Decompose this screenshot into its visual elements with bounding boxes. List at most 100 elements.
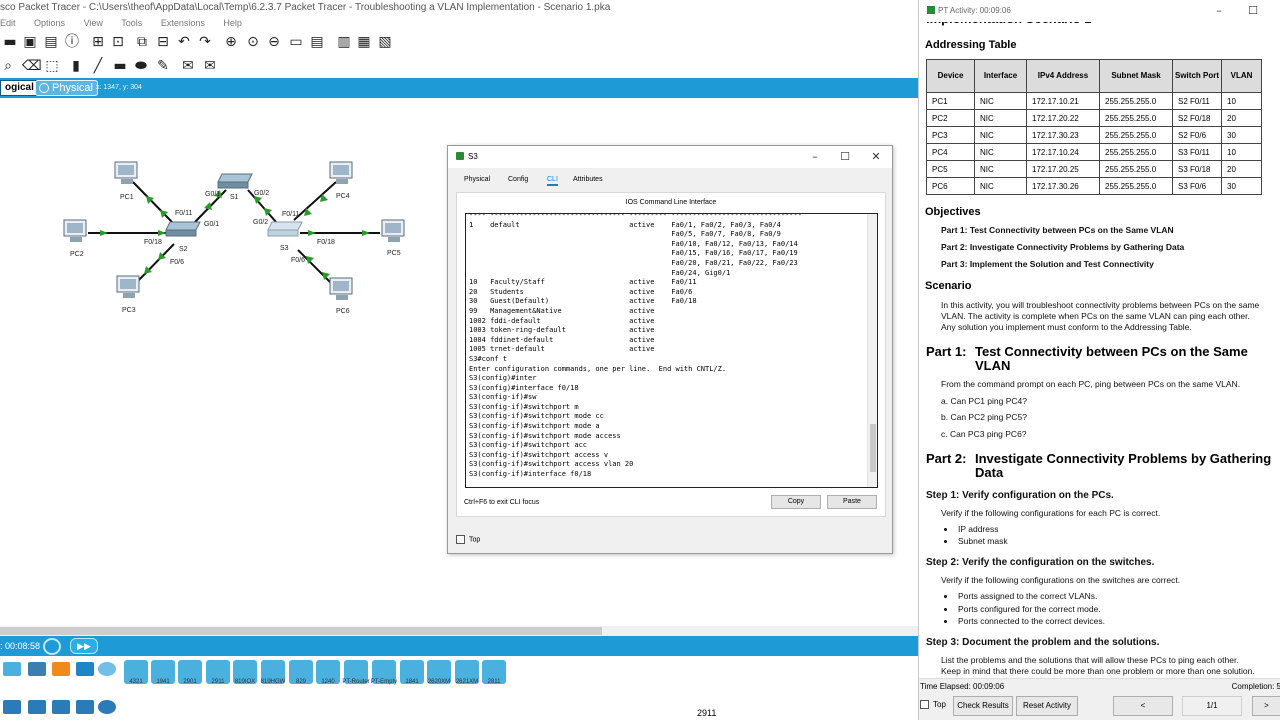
device-model-pt-empty[interactable]: PT-Empty: [371, 660, 397, 685]
device-model-2911[interactable]: 2911: [206, 660, 230, 685]
hubs-icon[interactable]: [52, 700, 70, 714]
device-model-1841[interactable]: 1841: [400, 660, 424, 685]
previous-page-button[interactable]: <: [1113, 696, 1173, 716]
info-icon[interactable]: ⓘ: [64, 34, 80, 50]
print-icon[interactable]: ▤: [43, 34, 59, 50]
device-model-1240[interactable]: 1240: [316, 660, 340, 685]
complex-pdu-icon[interactable]: ✉: [202, 58, 218, 74]
network-devices-icon[interactable]: [3, 662, 21, 676]
copy-button[interactable]: Copy: [771, 495, 821, 509]
table-row: PC6 NIC 172.17.30.26 255.255.255.0 S3 F0/6 30: [926, 177, 1262, 195]
zoom-reset-icon[interactable]: ⊙: [245, 34, 261, 50]
device-model-2621xm[interactable]: 2621XM: [455, 660, 479, 685]
check-results-button[interactable]: Check Results: [953, 696, 1013, 716]
tab-logical[interactable]: ogical: [0, 80, 39, 96]
device-model-819hgw[interactable]: 819HGW: [261, 660, 285, 685]
tab-physical[interactable]: Physical: [35, 80, 98, 96]
routers-icon[interactable]: [3, 700, 21, 714]
close-icon[interactable]: ✕: [867, 149, 885, 165]
drawing-palette-icon[interactable]: ▭: [288, 34, 304, 50]
note-icon[interactable]: ▮: [68, 58, 84, 74]
maximize-icon[interactable]: ☐: [836, 149, 854, 165]
ellipse-icon[interactable]: ⬬: [133, 58, 149, 74]
checkbox-icon[interactable]: [456, 535, 465, 544]
line-icon[interactable]: ╱: [90, 58, 106, 74]
open-folder-icon[interactable]: ▬: [2, 34, 18, 50]
cli-terminal[interactable]: ---- -------------------------------- --…: [465, 213, 878, 488]
tab-cli[interactable]: CLI: [547, 176, 558, 186]
minimize-icon[interactable]: –: [806, 149, 824, 165]
device-model-4321[interactable]: 4321: [124, 660, 148, 685]
device-model-pt-router[interactable]: PT-Router: [342, 660, 370, 685]
simple-pdu-icon[interactable]: ✉: [180, 58, 196, 74]
wireless-icon[interactable]: [76, 700, 94, 714]
s3-label: S3: [280, 245, 289, 252]
tab-config[interactable]: Config: [508, 176, 528, 183]
zoom-in-icon[interactable]: ⊕: [223, 34, 239, 50]
device-model-2811[interactable]: 2811: [482, 660, 506, 685]
paste-button[interactable]: Paste: [827, 495, 877, 509]
maximize-icon[interactable]: ☐: [1244, 3, 1262, 19]
activity-instructions[interactable]: Implementation Scenario 1 Addressing Tab…: [919, 12, 1280, 678]
rectangle-icon[interactable]: ▬: [112, 58, 128, 74]
s1-switch-icon: [217, 173, 253, 189]
cli-scrollbar[interactable]: [867, 214, 877, 487]
inspect-icon[interactable]: ⌕: [0, 58, 16, 74]
s3-title-bar[interactable]: S3 – ☐ ✕: [448, 146, 892, 168]
misc-icon[interactable]: [76, 662, 94, 676]
cli-scrollbar-thumb[interactable]: [870, 424, 876, 472]
minimize-icon[interactable]: –: [1210, 3, 1228, 19]
custom-devices-dialog-icon[interactable]: ▤: [309, 34, 325, 50]
menu-view[interactable]: View: [84, 18, 103, 28]
activity-wizard-icon[interactable]: ▦: [356, 34, 372, 50]
menu-tools[interactable]: Tools: [121, 18, 142, 28]
next-page-button[interactable]: >: [1252, 696, 1280, 716]
multiuser-icon[interactable]: [98, 662, 116, 676]
undo-icon[interactable]: ↶: [176, 34, 192, 50]
pdu-icon[interactable]: ▥: [336, 34, 352, 50]
device-model-829[interactable]: 829: [289, 660, 313, 685]
tab-physical[interactable]: Physical: [464, 176, 490, 183]
copy-icon[interactable]: ⧉: [134, 34, 150, 50]
tab-attributes[interactable]: Attributes: [573, 176, 603, 183]
zoom-out-icon[interactable]: ⊖: [266, 34, 282, 50]
selected-device-label: 2911: [697, 708, 717, 718]
top-checkbox[interactable]: Top: [456, 535, 480, 544]
activity-title-bar[interactable]: PT Activity: 00:09:06 – ☐: [919, 0, 1280, 22]
custom-device-icon[interactable]: ⊞: [90, 34, 106, 50]
cli-output[interactable]: ---- -------------------------------- --…: [469, 214, 802, 480]
pc6-icon: [329, 277, 353, 300]
device-model-2901[interactable]: 2901: [178, 660, 202, 685]
security-icon[interactable]: [98, 700, 116, 714]
end-devices-icon[interactable]: [28, 662, 46, 676]
device-model-819iox[interactable]: 819IOX: [233, 660, 257, 685]
pc4-label: PC4: [336, 193, 350, 200]
reset-activity-button[interactable]: Reset Activity: [1016, 696, 1078, 716]
connections-icon[interactable]: [52, 662, 70, 676]
packet-tracer-icon: [927, 6, 935, 14]
switches-icon[interactable]: [28, 700, 46, 714]
menu-options[interactable]: Options: [34, 18, 65, 28]
checkbox-icon[interactable]: [920, 700, 929, 710]
ipc-icon[interactable]: ▧: [377, 34, 393, 50]
port-label: F0/18: [144, 239, 162, 246]
resize-icon[interactable]: ⬚: [44, 58, 60, 74]
save-icon[interactable]: ▣: [22, 34, 38, 50]
power-cycle-icon[interactable]: [43, 638, 61, 655]
pc1-label: PC1: [120, 194, 134, 201]
menu-edit[interactable]: Edit: [0, 18, 16, 28]
activity-top-checkbox[interactable]: Top: [920, 700, 946, 710]
redo-icon[interactable]: ↷: [197, 34, 213, 50]
device-model-1941[interactable]: 1941: [151, 660, 175, 685]
port-label: G0/2: [253, 219, 268, 226]
paste-icon[interactable]: ⊟: [155, 34, 171, 50]
delete-icon[interactable]: ⌫: [22, 58, 42, 74]
device-model-2620xm[interactable]: 2620XM: [427, 660, 451, 685]
play-icon[interactable]: ▶▶: [70, 638, 98, 654]
network-info-icon[interactable]: ⊡: [110, 34, 126, 50]
scrollbar-thumb[interactable]: [0, 627, 602, 635]
freeform-icon[interactable]: ✎: [155, 58, 171, 74]
menu-extensions[interactable]: Extensions: [161, 18, 205, 28]
menu-help[interactable]: Help: [223, 18, 242, 28]
workspace-scrollbar[interactable]: [0, 626, 918, 636]
